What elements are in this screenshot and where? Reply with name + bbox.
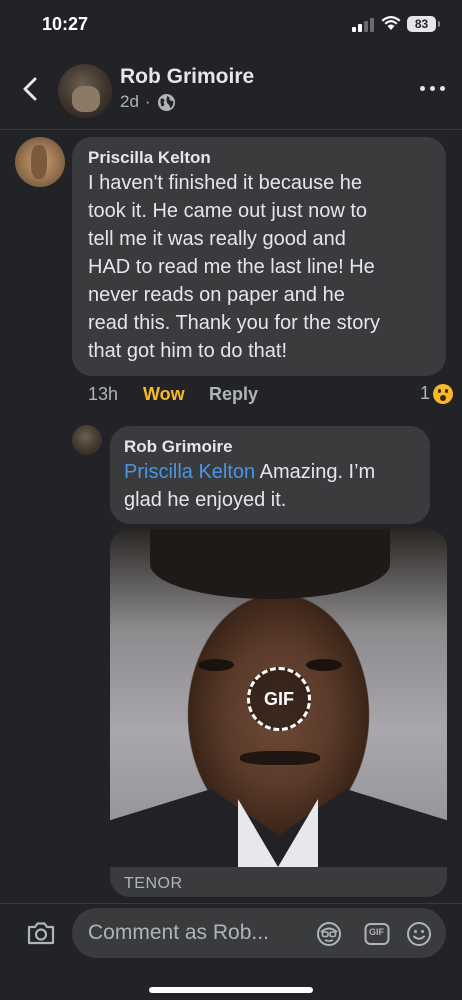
gif-play-badge[interactable]: GIF [247, 667, 311, 731]
comment-composer: Comment as Rob... GIF [0, 903, 462, 1000]
page-title[interactable]: Rob Grimoire [120, 65, 254, 89]
avatar[interactable] [15, 137, 65, 187]
wow-emoji-icon [433, 383, 454, 404]
comment-text: I haven't finished it because he took it… [88, 172, 381, 362]
reply-button[interactable]: Reply [209, 384, 258, 405]
more-icon[interactable] [420, 85, 446, 93]
avatar-sticker-icon[interactable] [316, 921, 342, 947]
comment-time: 13h [88, 384, 119, 404]
divider [0, 129, 462, 130]
comment-author[interactable]: Priscilla Kelton [88, 147, 430, 169]
wifi-icon [381, 16, 401, 30]
reaction-count: 1 [420, 383, 431, 403]
meta-separator: · [144, 92, 151, 111]
avatar[interactable] [58, 64, 112, 118]
status-bar: 10:27 83 [0, 0, 462, 50]
post-header: Rob Grimoire 2d · [0, 55, 462, 130]
reply-text-line2: glad he enjoyed it. [124, 489, 287, 511]
gif-attachment[interactable]: GIF TENOR [110, 529, 447, 897]
globe-icon [157, 93, 175, 111]
battery-icon: 83 [407, 16, 440, 32]
mention-link[interactable]: Priscilla Kelton [124, 461, 255, 483]
back-arrow-icon[interactable] [16, 73, 44, 105]
signal-icon [352, 18, 374, 32]
gif-icon-label: GIF [369, 927, 384, 937]
home-indicator [149, 987, 313, 993]
comment-bubble: Priscilla Kelton I haven't finished it b… [72, 137, 446, 376]
status-time: 10:27 [42, 14, 89, 34]
reaction-summary[interactable]: 1 [420, 383, 454, 404]
comment-input[interactable]: Comment as Rob... GIF [72, 908, 446, 958]
wow-reaction-button[interactable]: Wow [143, 384, 185, 405]
emoji-icon[interactable] [406, 921, 432, 947]
reply-text: Priscilla Kelton Amazing. I’m glad he enj… [124, 458, 416, 514]
comment-placeholder: Comment as Rob... [88, 921, 269, 944]
avatar[interactable] [72, 425, 102, 455]
reply-bubble: Rob Grimoire Priscilla Kelton Amazing. I… [110, 426, 430, 524]
post-meta: 2d · [120, 92, 176, 112]
camera-icon[interactable] [26, 920, 56, 946]
reply-text-line1: Amazing. I’m [255, 461, 376, 483]
reply-author[interactable]: Rob Grimoire [124, 436, 416, 458]
post-time: 2d [120, 92, 139, 111]
gif-image[interactable]: GIF [110, 529, 447, 867]
gif-source-label: TENOR [124, 875, 183, 892]
